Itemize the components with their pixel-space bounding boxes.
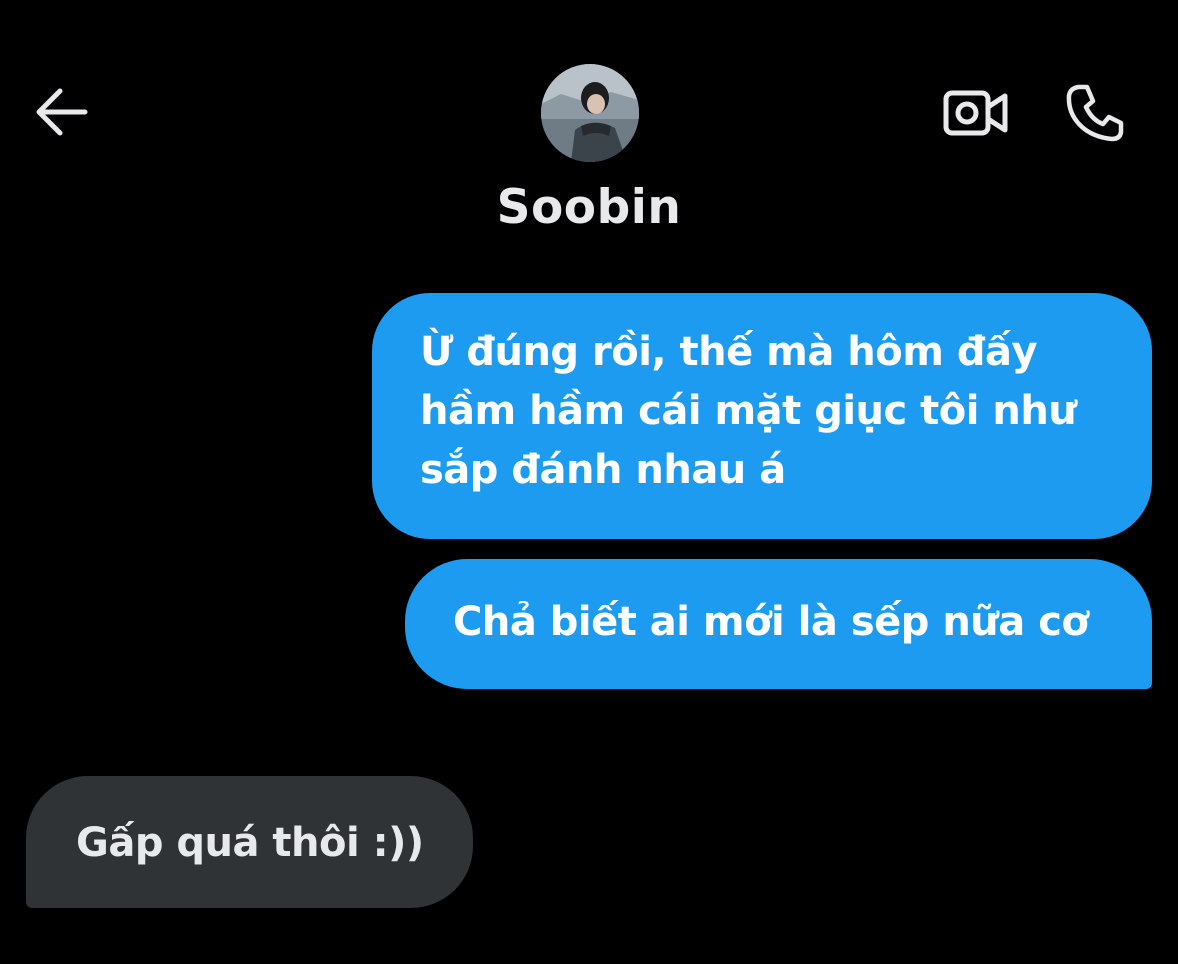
avatar-image (541, 64, 639, 162)
contact-name[interactable]: Soobin (0, 180, 1178, 235)
video-camera-icon (943, 90, 1008, 136)
back-button[interactable] (30, 82, 92, 142)
voice-call-button[interactable] (1060, 78, 1130, 148)
arrow-left-icon (36, 88, 88, 136)
outgoing-message[interactable]: Chả biết ai mới là sếp nữa cơ (405, 559, 1152, 689)
outgoing-message[interactable]: Ừ đúng rồi, thế mà hôm đấy hầm hầm cái m… (372, 293, 1152, 539)
contact-avatar[interactable] (541, 64, 639, 162)
phone-icon (1066, 84, 1124, 142)
incoming-message[interactable]: Gấp quá thôi :)) (26, 776, 473, 908)
video-call-button[interactable] (940, 82, 1012, 144)
